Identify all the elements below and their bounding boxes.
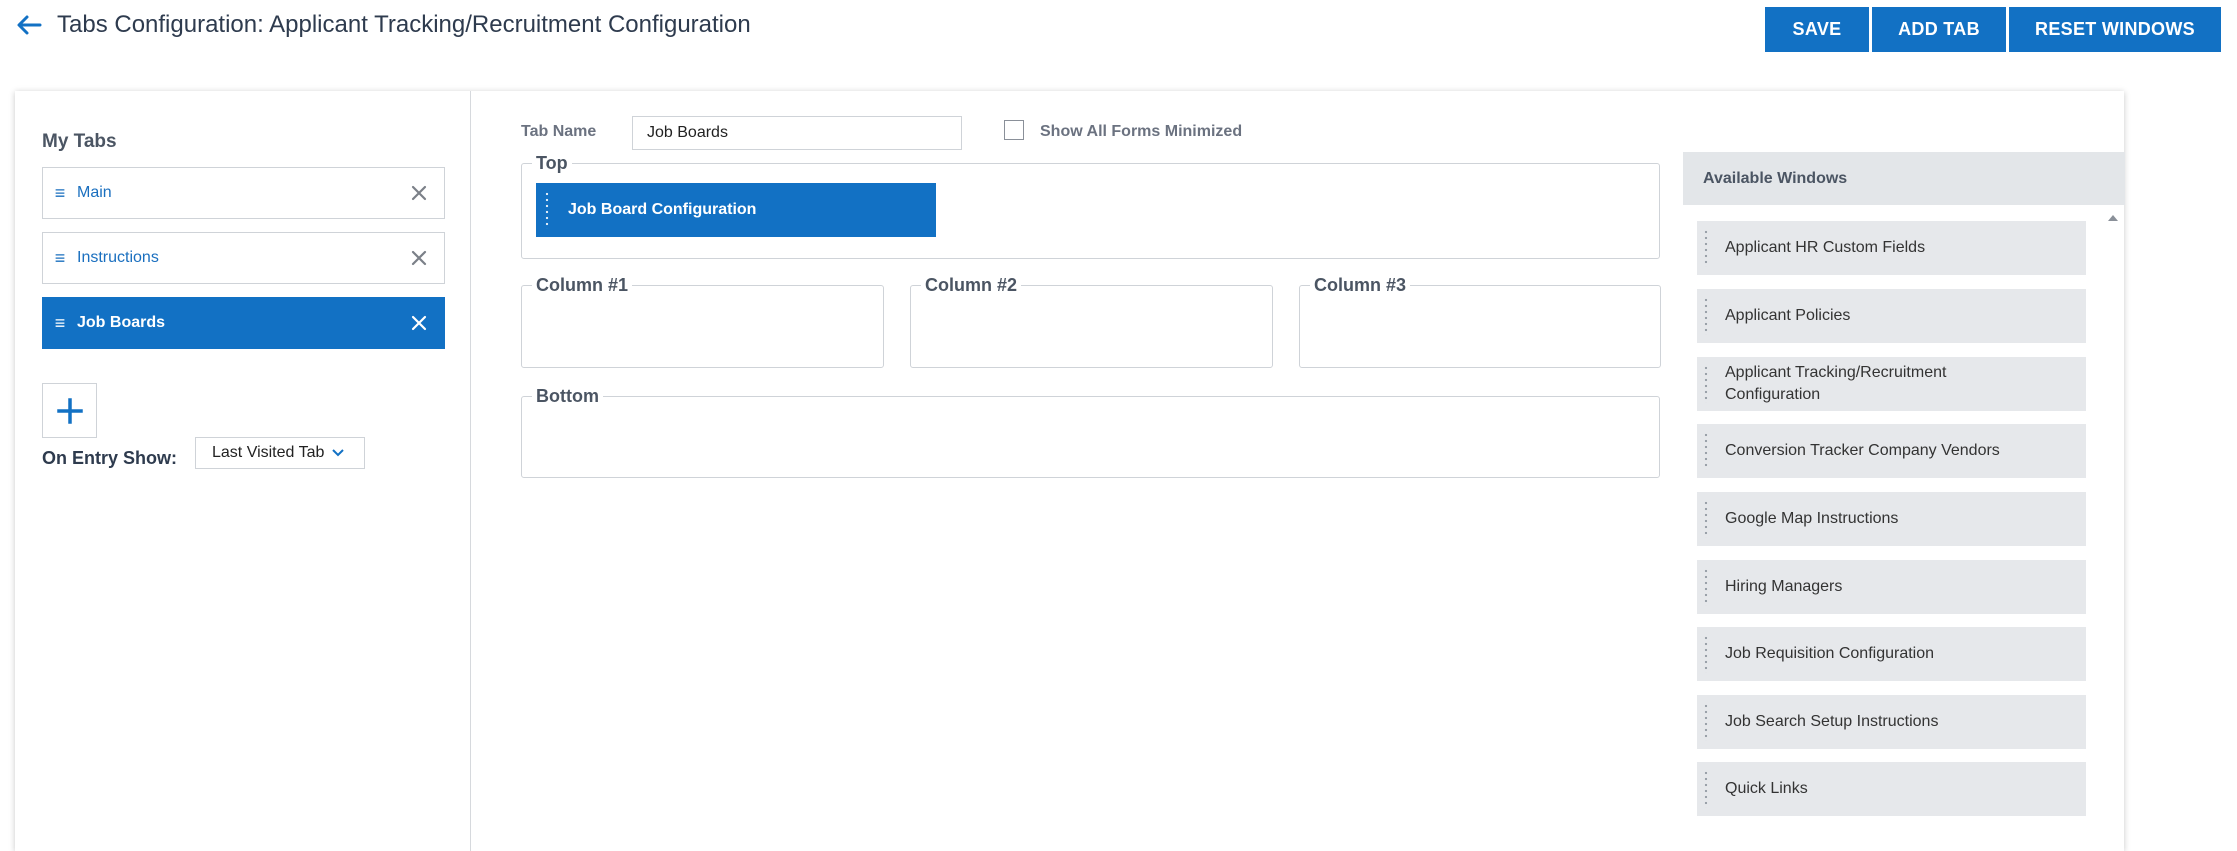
my-tabs-heading: My Tabs	[42, 131, 117, 152]
drag-handle-icon[interactable]: ≡	[43, 248, 77, 269]
back-arrow-icon[interactable]	[14, 10, 44, 40]
zone-label: Top	[532, 153, 572, 174]
available-window-label: Job Search Setup Instructions	[1725, 713, 1939, 730]
zone-label: Column #3	[1310, 275, 1411, 296]
available-window-label: Conversion Tracker Company Vendors	[1725, 442, 2000, 459]
drag-handle-icon[interactable]	[1703, 229, 1709, 267]
zone-column-3[interactable]: Column #3	[1299, 275, 1661, 368]
available-window-label: Applicant Policies	[1725, 307, 1851, 324]
save-button[interactable]: SAVE	[1765, 7, 1869, 52]
available-window-item[interactable]: Applicant Policies	[1697, 289, 2086, 343]
panel-divider	[470, 91, 471, 851]
available-windows-heading: Available Windows	[1683, 152, 2125, 205]
zone-label: Column #2	[921, 275, 1022, 296]
available-window-label: Applicant HR Custom Fields	[1725, 239, 1926, 256]
drag-handle-icon[interactable]: ≡	[43, 183, 77, 204]
close-icon[interactable]	[394, 185, 444, 201]
available-window-label: Applicant Tracking/Recruitment Configura…	[1725, 364, 1947, 403]
zone-label: Column #1	[532, 275, 633, 296]
on-entry-label: On Entry Show:	[42, 448, 177, 468]
drag-handle-icon[interactable]	[1703, 770, 1709, 808]
zone-column-1[interactable]: Column #1	[521, 275, 884, 368]
zone-label: Bottom	[532, 386, 603, 407]
placed-window-job-board-configuration[interactable]: Job Board Configuration	[536, 183, 936, 237]
tab-name-label: Tab Name	[521, 123, 597, 140]
available-window-label: Quick Links	[1725, 780, 1808, 797]
zone-bottom[interactable]: Bottom	[521, 386, 1660, 478]
drag-handle-icon[interactable]	[1703, 635, 1709, 673]
add-tab-button[interactable]: ADD TAB	[1872, 7, 2006, 52]
tab-item-label: Instructions	[77, 249, 159, 266]
placed-window-label: Job Board Configuration	[568, 201, 757, 218]
close-icon[interactable]	[394, 315, 444, 331]
available-window-item[interactable]: Hiring Managers	[1697, 560, 2086, 614]
chevron-down-icon	[332, 444, 345, 462]
scroll-up-icon[interactable]	[2106, 211, 2120, 225]
tab-item-main[interactable]: ≡ Main	[42, 167, 445, 219]
show-minimized-label: Show All Forms Minimized	[1040, 123, 1243, 140]
available-window-item[interactable]: Google Map Instructions	[1697, 492, 2086, 546]
drag-handle-icon[interactable]	[1703, 297, 1709, 335]
tab-item-instructions[interactable]: ≡ Instructions	[42, 232, 445, 284]
drag-handle-icon[interactable]	[1703, 568, 1709, 606]
tab-item-label: Job Boards	[77, 314, 166, 331]
plus-icon	[56, 397, 83, 424]
reset-windows-button[interactable]: RESET WINDOWS	[2009, 7, 2221, 52]
drag-handle-icon[interactable]	[544, 191, 550, 229]
available-window-label: Job Requisition Configuration	[1725, 645, 1935, 662]
drag-handle-icon[interactable]	[1703, 500, 1709, 538]
available-window-item[interactable]: Job Requisition Configuration	[1697, 627, 2086, 681]
available-window-item[interactable]: Quick Links	[1697, 762, 2086, 816]
on-entry-value: Last Visited Tab	[212, 444, 325, 461]
drag-handle-icon[interactable]	[1703, 432, 1709, 470]
tab-item-job-boards[interactable]: ≡ Job Boards	[42, 297, 445, 349]
add-tab-plus-button[interactable]	[42, 383, 97, 438]
available-window-item[interactable]: Applicant Tracking/Recruitment Configura…	[1697, 357, 2086, 411]
available-window-item[interactable]: Applicant HR Custom Fields	[1697, 221, 2086, 275]
tab-name-input[interactable]	[632, 116, 962, 150]
available-window-label: Hiring Managers	[1725, 578, 1843, 595]
show-minimized-checkbox[interactable]	[1004, 120, 1024, 140]
available-window-item[interactable]: Job Search Setup Instructions	[1697, 695, 2086, 749]
drag-handle-icon[interactable]	[1703, 365, 1709, 403]
on-entry-select[interactable]: Last Visited Tab	[195, 437, 365, 469]
drag-handle-icon[interactable]	[1703, 703, 1709, 741]
page-title: Tabs Configuration: Applicant Tracking/R…	[57, 11, 751, 38]
available-window-item[interactable]: Conversion Tracker Company Vendors	[1697, 424, 2086, 478]
available-window-label: Google Map Instructions	[1725, 510, 1899, 527]
tab-item-label: Main	[77, 184, 112, 201]
drag-handle-icon[interactable]: ≡	[43, 313, 77, 334]
zone-column-2[interactable]: Column #2	[910, 275, 1273, 368]
close-icon[interactable]	[394, 250, 444, 266]
